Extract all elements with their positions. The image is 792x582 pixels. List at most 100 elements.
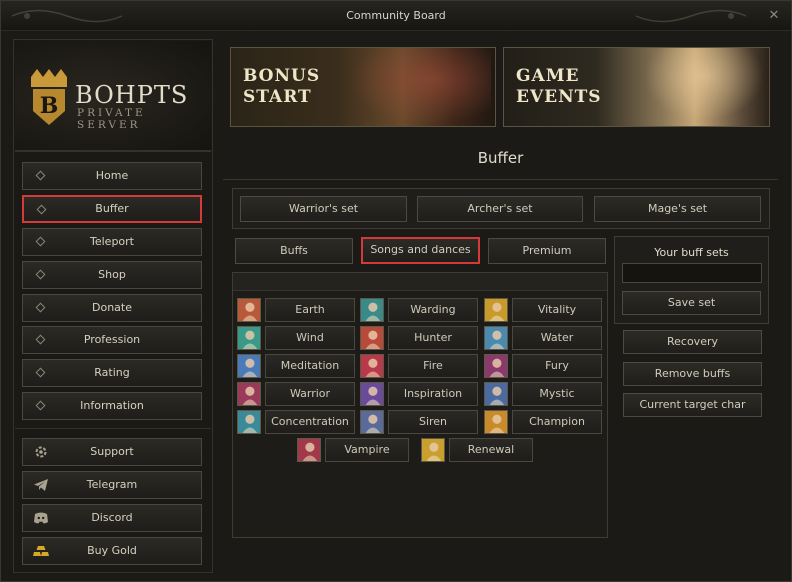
diamond-icon [35, 302, 46, 313]
buff-item[interactable]: Water [484, 326, 602, 352]
buff-label: Earth [265, 298, 355, 322]
window-title: Community Board [346, 9, 446, 22]
banner-line: GAME [516, 66, 580, 86]
buff-portrait-icon [484, 298, 508, 322]
banner-text: BONUS START [243, 66, 320, 108]
nav-profession[interactable]: Profession [22, 326, 202, 355]
buff-label: Fury [512, 354, 602, 378]
buff-portrait-icon [484, 326, 508, 350]
buff-portrait-icon [237, 326, 261, 350]
grid-header-strip [233, 273, 607, 291]
nav-label: Profession [83, 333, 141, 347]
diamond-icon [35, 367, 46, 378]
remove-buffs-button[interactable]: Remove buffs [623, 362, 762, 386]
sidebar-divider [15, 428, 211, 429]
nav-donate[interactable]: Donate [22, 293, 202, 322]
nav-support[interactable]: Support [22, 438, 202, 466]
nav-label: Donate [92, 300, 132, 314]
buff-label: Water [512, 326, 602, 350]
tab-buffs[interactable]: Buffs [235, 238, 353, 264]
buff-item[interactable]: Fire [360, 354, 478, 380]
save-set-button[interactable]: Save set [622, 291, 761, 315]
nav-label: Rating [94, 366, 130, 380]
buff-item[interactable]: Meditation [237, 354, 355, 380]
tab-premium[interactable]: Premium [488, 238, 606, 264]
tab-songs-and-dances[interactable]: Songs and dances [361, 237, 480, 264]
page-title: Buffer [477, 149, 524, 167]
set-name-input[interactable] [622, 263, 762, 283]
buff-item[interactable]: Renewal [421, 438, 533, 464]
nav-information[interactable]: Information [22, 392, 202, 421]
nav-rating[interactable]: Rating [22, 359, 202, 388]
telegram-icon [34, 478, 48, 491]
buff-label: Inspiration [388, 382, 478, 406]
buff-label: Meditation [265, 354, 355, 378]
nav-telegram[interactable]: Telegram [22, 470, 202, 499]
diamond-icon [35, 400, 46, 411]
crown-shield-logo-icon: B [31, 69, 67, 125]
game-events-banner[interactable]: GAME EVENTS [503, 47, 770, 127]
buff-portrait-icon [360, 382, 384, 406]
nav-label: Information [80, 399, 144, 413]
buff-item[interactable]: Champion [484, 410, 602, 436]
svg-text:B: B [40, 93, 59, 119]
current-target-char-button[interactable]: Current target char [623, 393, 762, 417]
nav-home[interactable]: Home [22, 162, 202, 190]
discord-icon [34, 512, 48, 524]
nav-label: Buy Gold [87, 543, 137, 557]
buff-portrait-icon [360, 410, 384, 434]
close-icon[interactable]: ✕ [767, 9, 781, 23]
elf-artwork [634, 48, 769, 126]
buff-portrait-icon [237, 382, 261, 406]
buff-item[interactable]: Concentration [237, 410, 355, 436]
buff-item[interactable]: Fury [484, 354, 602, 380]
buff-item[interactable]: Siren [360, 410, 478, 436]
nav-discord[interactable]: Discord [22, 503, 202, 532]
mages-set-button[interactable]: Mage's set [594, 196, 761, 222]
warriors-set-button[interactable]: Warrior's set [240, 196, 407, 222]
buff-portrait-icon [484, 354, 508, 378]
banner-line: START [243, 87, 312, 107]
buff-item[interactable]: Vampire [297, 438, 409, 464]
buff-item[interactable]: Hunter [360, 326, 478, 352]
archers-set-button[interactable]: Archer's set [417, 196, 583, 222]
extra-nav: Support Telegram Discord Buy Gold [22, 438, 204, 570]
support-gear-icon [35, 446, 47, 458]
buff-item[interactable]: Earth [237, 298, 355, 324]
buff-item[interactable]: Inspiration [360, 382, 478, 408]
title-bar[interactable]: Community Board ✕ [1, 1, 791, 31]
nav-label: Discord [91, 510, 133, 524]
buff-item[interactable]: Vitality [484, 298, 602, 324]
community-board-window: Community Board ✕ B BOHPTS PRIVATE SERVE… [0, 0, 792, 582]
buff-label: Warrior [265, 382, 355, 406]
nav-buy-gold[interactable]: Buy Gold [22, 536, 202, 565]
diamond-icon [35, 335, 46, 345]
nav-buffer[interactable]: Buffer [22, 194, 202, 223]
bonus-start-banner[interactable]: BONUS START [230, 47, 496, 127]
buff-label: Vitality [512, 298, 602, 322]
buff-portrait-icon [237, 298, 261, 322]
recovery-button[interactable]: Recovery [623, 330, 762, 354]
buff-item[interactable]: Wind [237, 326, 355, 352]
sidebar-divider [15, 151, 211, 152]
buff-label: Vampire [325, 438, 409, 462]
buff-portrait-icon [421, 438, 445, 462]
nav-shop[interactable]: Shop [22, 260, 202, 289]
buff-label: Fire [388, 354, 478, 378]
logo: B BOHPTS PRIVATE SERVER [15, 41, 211, 151]
buff-portrait-icon [484, 382, 508, 406]
buff-portrait-icon [360, 354, 384, 378]
buff-label: Warding [388, 298, 478, 322]
diamond-icon [36, 204, 47, 215]
diamond-icon [35, 269, 46, 280]
buff-portrait-icon [360, 326, 384, 350]
banner-text: GAME EVENTS [516, 66, 602, 108]
nav-label: Buffer [95, 201, 129, 215]
buff-item[interactable]: Warrior [237, 382, 355, 408]
buff-portrait-icon [237, 354, 261, 378]
buff-item[interactable]: Warding [360, 298, 478, 324]
nav-teleport[interactable]: Teleport [22, 227, 202, 256]
buff-item[interactable]: Mystic [484, 382, 602, 408]
title-divider [223, 179, 778, 180]
banner-line: BONUS [243, 66, 321, 86]
